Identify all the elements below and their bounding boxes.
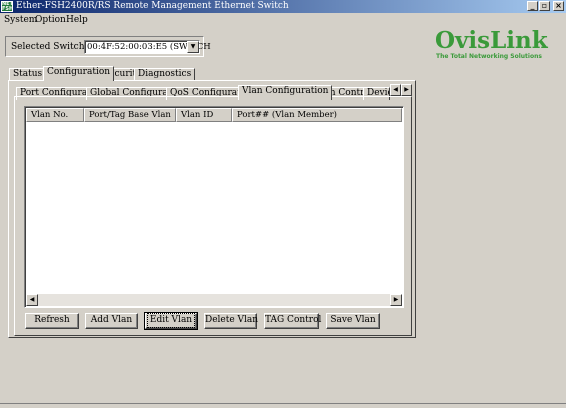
menu-option-label: Option [35,15,66,25]
maximize-button[interactable]: ▫ [539,1,550,11]
minimize-button[interactable]: _ [527,1,538,11]
menu-help-label: Help [66,15,88,25]
logo-tagline: The Total Networking Solutions [436,53,542,60]
edit-vlan-button-label: Edit Vlan [146,313,196,328]
refresh-button[interactable]: Refresh [25,313,79,329]
left-arrow-icon[interactable]: ◀ [390,84,401,96]
close-button[interactable]: × [553,1,564,11]
vlan-table[interactable]: Vlan No. Port/Tag Base Vlan Vlan ID Port… [24,106,404,308]
add-vlan-button-label: Add Vlan [90,315,133,325]
menu-help[interactable]: Help [66,14,88,26]
add-vlan-button[interactable]: Add Vlan [85,313,138,329]
app-icon[interactable]: NET FSH [1,1,13,12]
window-title: Ether-FSH2400R/RS Remote Management Ethe… [16,1,289,11]
switch-selector-group: Selected Switch Mac: 00:4F:52:00:03:E5 (… [5,36,211,57]
delete-vlan-button[interactable]: Delete Vlan [204,313,259,329]
save-vlan-button[interactable]: Save Vlan [326,313,380,329]
right-arrow-icon[interactable]: ▶ [390,294,402,306]
tab-configuration[interactable]: Configuration [43,66,115,81]
column-vlan-id[interactable]: Vlan ID [176,108,232,122]
title-bar: NET FSH Ether-FSH2400R/RS Remote Manageme… [0,0,566,13]
menu-system-label: System [4,15,38,25]
logo-name: OvisLink [435,27,548,54]
menu-option[interactable]: Option [35,14,66,26]
status-bar-divider [0,403,566,404]
delete-vlan-button-label: Delete Vlan [205,315,259,325]
column-port-vlan-member[interactable]: Port## (Vlan Member) [232,108,402,122]
save-vlan-button-label: Save Vlan [330,315,376,325]
column-vlan-no[interactable]: Vlan No. [26,108,84,122]
tab-vlan-configuration[interactable]: Vlan Configuration [238,85,333,100]
tag-control-button[interactable]: TAG Control [264,313,322,329]
horizontal-scrollbar[interactable]: ◀ ▶ [26,294,402,306]
tag-control-button-label: TAG Control [265,315,322,325]
right-arrow-icon[interactable]: ▶ [401,84,412,96]
column-port-tag-base-vlan[interactable]: Port/Tag Base Vlan [84,108,176,122]
switch-selector-dropdown[interactable]: 00:4F:52:00:03:E5 (SWITCH ▼ [84,40,211,54]
down-arrow-icon[interactable]: ▼ [187,41,199,53]
menu-system[interactable]: System [4,14,37,26]
refresh-button-label: Refresh [34,315,70,325]
menu-bar: System Option Help [0,13,566,27]
ovislink-logo: OvisLink The Total Networking Solutions [433,27,558,67]
left-arrow-icon[interactable]: ◀ [26,294,38,306]
edit-vlan-button[interactable]: Edit Vlan [144,312,198,330]
